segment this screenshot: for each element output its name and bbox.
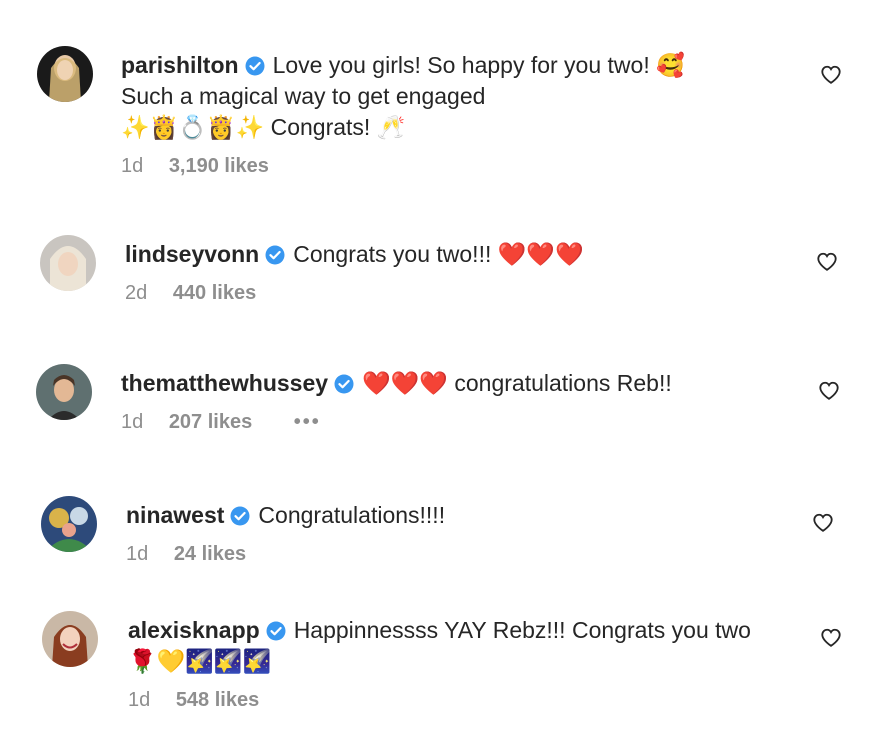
comment-meta: 2d 440 likes: [125, 282, 788, 305]
heart-outline-icon[interactable]: [812, 512, 834, 534]
comment-meta: 1d 548 likes: [128, 689, 788, 712]
comment-line: ✨👸💍👸✨ Congrats! 🥂: [121, 114, 406, 140]
verified-badge-icon: [334, 374, 354, 394]
timestamp[interactable]: 1d: [121, 411, 143, 433]
timestamp[interactable]: 2d: [125, 282, 147, 304]
avatar[interactable]: [40, 235, 96, 291]
avatar[interactable]: [41, 496, 97, 552]
comment-line: Such a magical way to get engaged: [121, 83, 486, 109]
username[interactable]: parishilton: [121, 52, 239, 78]
username[interactable]: thematthewhussey: [121, 370, 328, 396]
comment-text: parishilton Love you girls! So happy for …: [121, 50, 788, 143]
comment-meta: 1d 207 likes •••: [121, 411, 788, 434]
verified-badge-icon: [265, 245, 285, 265]
username[interactable]: lindseyvonn: [125, 241, 259, 267]
comment-line: 🌹💛🌠🌠🌠: [128, 648, 272, 674]
comment-line: Happinnessss YAY Rebz!!! Congrats you tw…: [293, 617, 751, 643]
comment-text: lindseyvonn Congrats you two!!! ❤️❤️❤️: [125, 239, 788, 270]
heart-outline-icon[interactable]: [820, 64, 842, 86]
timestamp[interactable]: 1d: [126, 543, 148, 565]
heart-outline-icon[interactable]: [820, 627, 842, 649]
avatar[interactable]: [42, 611, 98, 667]
likes-count[interactable]: 440 likes: [173, 282, 256, 304]
comment-meta: 1d 24 likes: [126, 543, 788, 566]
comment-text: alexisknapp Happinnessss YAY Rebz!!! Cong…: [128, 615, 788, 677]
comment-line: Love you girls! So happy for you two! 🥰: [272, 52, 685, 78]
more-options-icon[interactable]: •••: [294, 411, 321, 433]
comment-line: Congrats you two!!! ❤️❤️❤️: [293, 241, 584, 267]
likes-count[interactable]: 548 likes: [176, 689, 259, 711]
username[interactable]: alexisknapp: [128, 617, 260, 643]
avatar[interactable]: [37, 46, 93, 102]
comment-line: ❤️❤️❤️ congratulations Reb!!: [362, 370, 672, 396]
heart-outline-icon[interactable]: [818, 380, 840, 402]
comment-meta: 1d 3,190 likes: [121, 155, 788, 178]
verified-badge-icon: [245, 56, 265, 76]
verified-badge-icon: [230, 506, 250, 526]
avatar[interactable]: [36, 364, 92, 420]
likes-count[interactable]: 3,190 likes: [169, 155, 269, 177]
username[interactable]: ninawest: [126, 502, 224, 528]
comment-text: thematthewhussey ❤️❤️❤️ congratulations R…: [121, 368, 788, 399]
likes-count[interactable]: 207 likes: [169, 411, 252, 433]
timestamp[interactable]: 1d: [121, 155, 143, 177]
heart-outline-icon[interactable]: [816, 251, 838, 273]
likes-count[interactable]: 24 likes: [174, 543, 246, 565]
timestamp[interactable]: 1d: [128, 689, 150, 711]
verified-badge-icon: [266, 621, 286, 641]
comment-text: ninawest Congratulations!!!!: [126, 500, 788, 531]
comment-line: Congratulations!!!!: [258, 502, 446, 528]
